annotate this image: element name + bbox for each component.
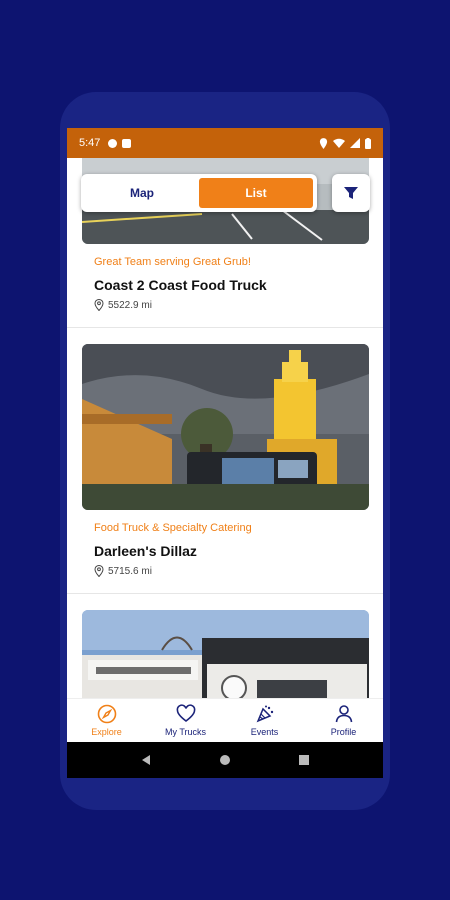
notification-icon (108, 138, 118, 148)
filter-button[interactable] (332, 174, 370, 212)
person-icon (335, 705, 352, 723)
sd-card-icon (122, 138, 132, 148)
status-bar: 5:47 (67, 128, 383, 158)
truck-photo (82, 610, 369, 698)
location-pin-icon (94, 299, 104, 311)
back-icon[interactable] (140, 754, 152, 766)
recents-icon[interactable] (298, 754, 310, 766)
bottom-nav: Explore My Trucks Events Profile (67, 698, 383, 742)
nav-explore[interactable]: Explore (67, 699, 146, 742)
truck-card[interactable] (67, 594, 383, 698)
map-list-toggle[interactable]: Map List (81, 174, 317, 212)
system-nav-bar (67, 742, 383, 778)
nav-label: Explore (91, 727, 122, 737)
distance-value: 5522.9 mi (108, 299, 152, 311)
app-screen: 5:47 Map List Great Team serving Great G… (67, 128, 383, 778)
nav-my-trucks[interactable]: My Trucks (146, 699, 225, 742)
status-time: 5:47 (79, 137, 101, 149)
truck-tagline: Food Truck & Specialty Catering (94, 522, 252, 534)
battery-icon (365, 137, 371, 149)
truck-name: Coast 2 Coast Food Truck (94, 277, 267, 293)
list-tab[interactable]: List (199, 178, 313, 208)
truck-list[interactable]: Map List Great Team serving Great Grub! … (67, 158, 383, 698)
events-icon (256, 705, 273, 723)
truck-name: Darleen's Dillaz (94, 543, 197, 559)
location-icon (319, 137, 328, 149)
map-tab[interactable]: Map (85, 178, 199, 208)
heart-icon (176, 704, 195, 723)
truck-distance: 5522.9 mi (94, 299, 152, 311)
truck-card[interactable]: Food Truck & Specialty Catering Darleen'… (67, 328, 383, 594)
filter-icon (344, 187, 358, 199)
distance-value: 5715.6 mi (108, 565, 152, 577)
wifi-icon (333, 138, 345, 148)
home-icon[interactable] (219, 754, 231, 766)
signal-icon (350, 138, 360, 148)
nav-label: My Trucks (164, 727, 206, 737)
truck-tagline: Great Team serving Great Grub! (94, 256, 251, 268)
compass-icon (97, 704, 116, 724)
nav-events[interactable]: Events (225, 699, 304, 742)
nav-profile[interactable]: Profile (304, 699, 383, 742)
location-pin-icon (94, 565, 104, 577)
truck-photo (82, 344, 369, 510)
nav-label: Profile (330, 727, 357, 737)
nav-label: Events (250, 727, 279, 737)
truck-distance: 5715.6 mi (94, 565, 152, 577)
